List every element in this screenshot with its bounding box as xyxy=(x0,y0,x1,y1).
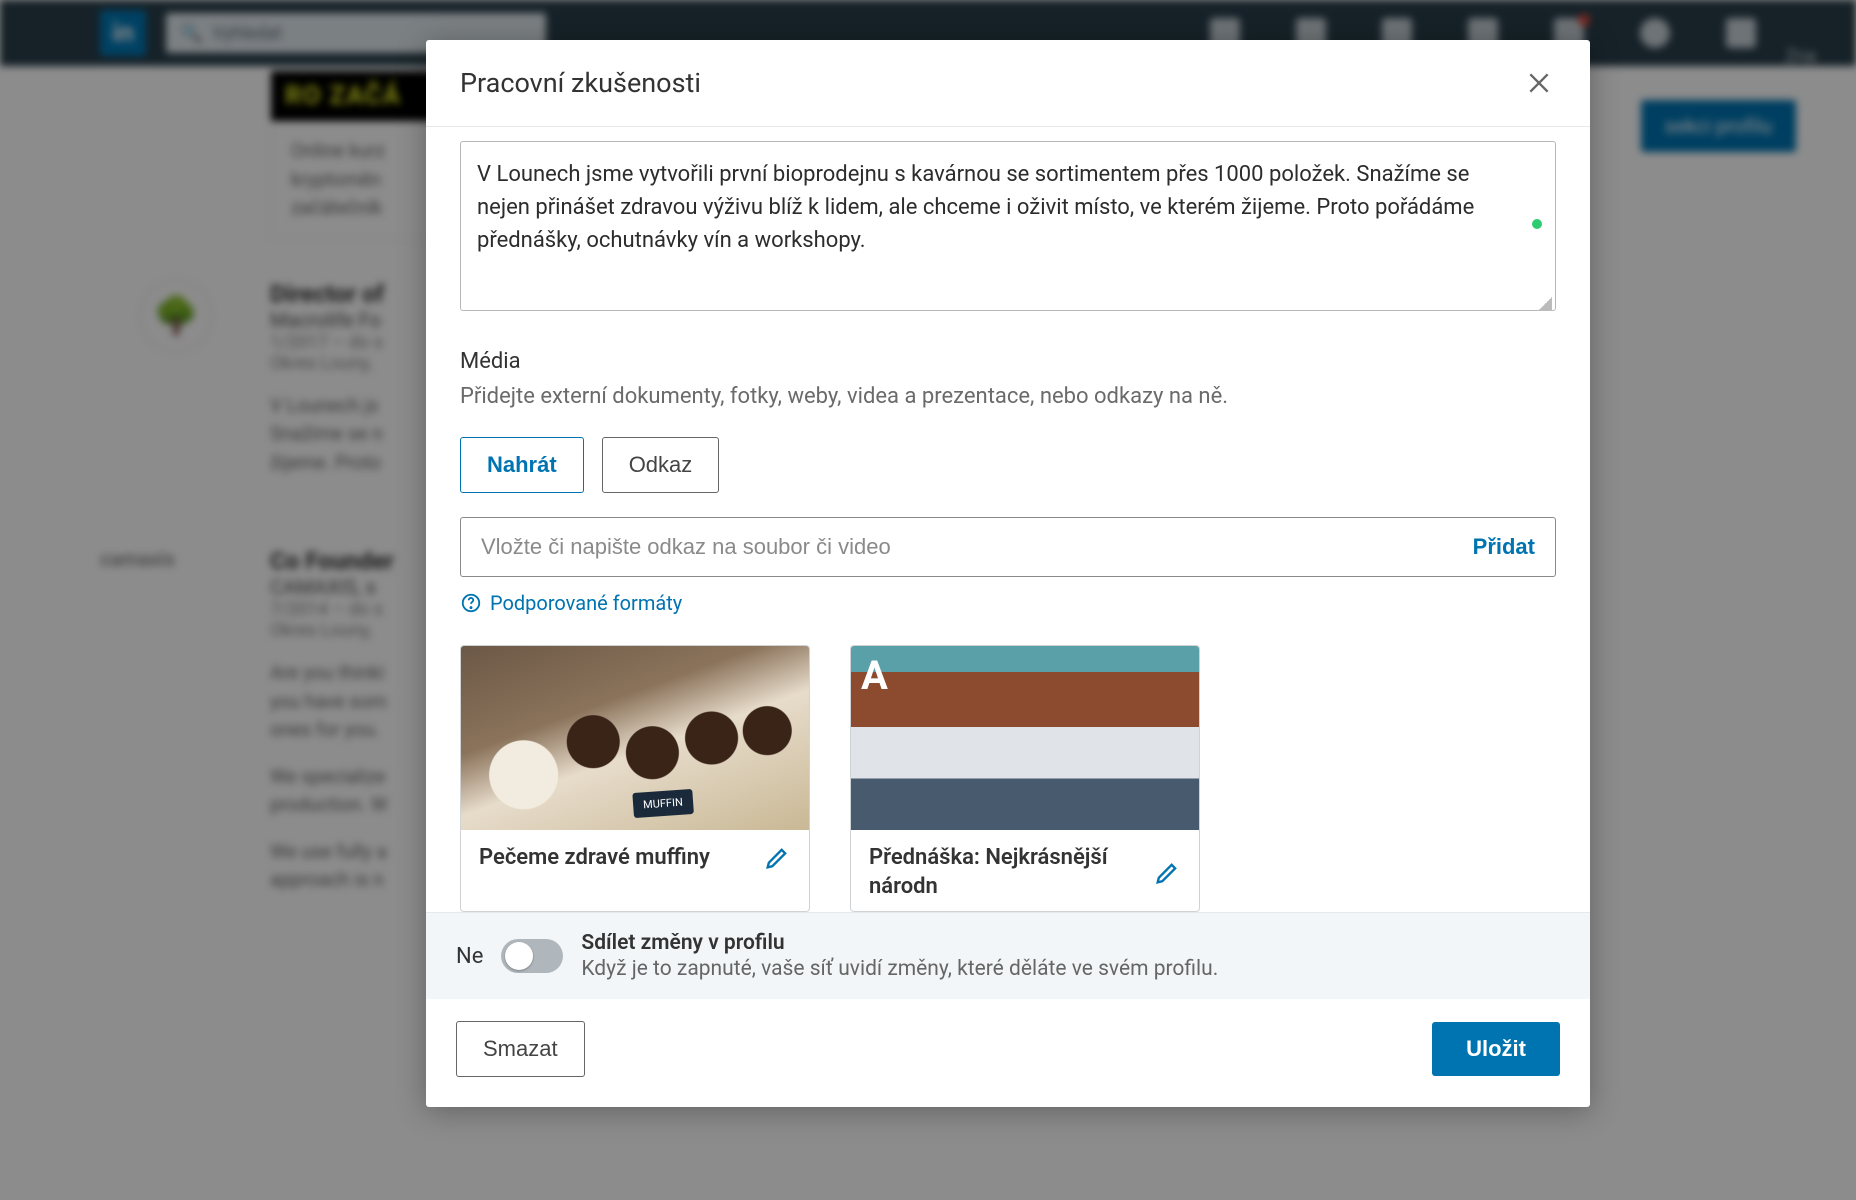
modal-header: Pracovní zkušenosti xyxy=(426,40,1590,127)
share-changes-footer: Ne Sdílet změny v profilu Když je to zap… xyxy=(426,912,1590,999)
supported-formats-link[interactable]: Podporované formáty xyxy=(460,591,1556,615)
edit-media-button[interactable] xyxy=(1153,859,1181,887)
media-section-label: Média xyxy=(460,349,1556,374)
share-desc: Když je to zapnuté, vaše síť uvidí změny… xyxy=(581,957,1218,981)
experience-edit-modal: Pracovní zkušenosti Média Přidejte exter… xyxy=(426,40,1590,1107)
media-title: Přednáška: Nejkrásnější národn xyxy=(869,844,1129,901)
media-thumbnail xyxy=(461,646,809,830)
link-input-row: Přidat xyxy=(460,517,1556,577)
media-title: Pečeme zdravé muffiny xyxy=(479,844,710,873)
media-item[interactable]: Přednáška: Nejkrásnější národn xyxy=(850,645,1200,912)
close-button[interactable] xyxy=(1522,66,1556,100)
supported-formats-text: Podporované formáty xyxy=(490,591,682,615)
pencil-icon xyxy=(1153,859,1181,887)
edit-media-button[interactable] xyxy=(763,844,791,872)
link-button[interactable]: Odkaz xyxy=(602,437,720,493)
upload-button[interactable]: Nahrát xyxy=(460,437,584,493)
save-button[interactable]: Uložit xyxy=(1432,1022,1560,1076)
question-circle-icon xyxy=(460,592,482,614)
delete-button[interactable]: Smazat xyxy=(456,1021,585,1077)
modal-actions: Smazat Uložit xyxy=(426,999,1590,1107)
toggle-knob-icon xyxy=(505,942,533,970)
description-textarea[interactable] xyxy=(460,141,1556,311)
close-icon xyxy=(1526,70,1552,96)
resize-handle-icon[interactable] xyxy=(1538,297,1552,311)
media-grid: Pečeme zdravé muffiny Přednáška: Nejkrás… xyxy=(460,645,1556,912)
pencil-icon xyxy=(763,844,791,872)
grammar-indicator-icon xyxy=(1532,219,1542,229)
link-input[interactable] xyxy=(481,534,1473,560)
share-title: Sdílet změny v profilu xyxy=(581,931,1218,955)
add-link-button[interactable]: Přidat xyxy=(1473,534,1535,560)
toggle-state-label: Ne xyxy=(456,944,483,969)
media-section-sub: Přidejte externí dokumenty, fotky, weby,… xyxy=(460,380,1556,413)
media-thumbnail xyxy=(851,646,1199,830)
media-item[interactable]: Pečeme zdravé muffiny xyxy=(460,645,810,912)
share-toggle[interactable] xyxy=(501,939,563,973)
modal-body: Média Přidejte externí dokumenty, fotky,… xyxy=(426,127,1590,912)
modal-title: Pracovní zkušenosti xyxy=(460,67,701,99)
